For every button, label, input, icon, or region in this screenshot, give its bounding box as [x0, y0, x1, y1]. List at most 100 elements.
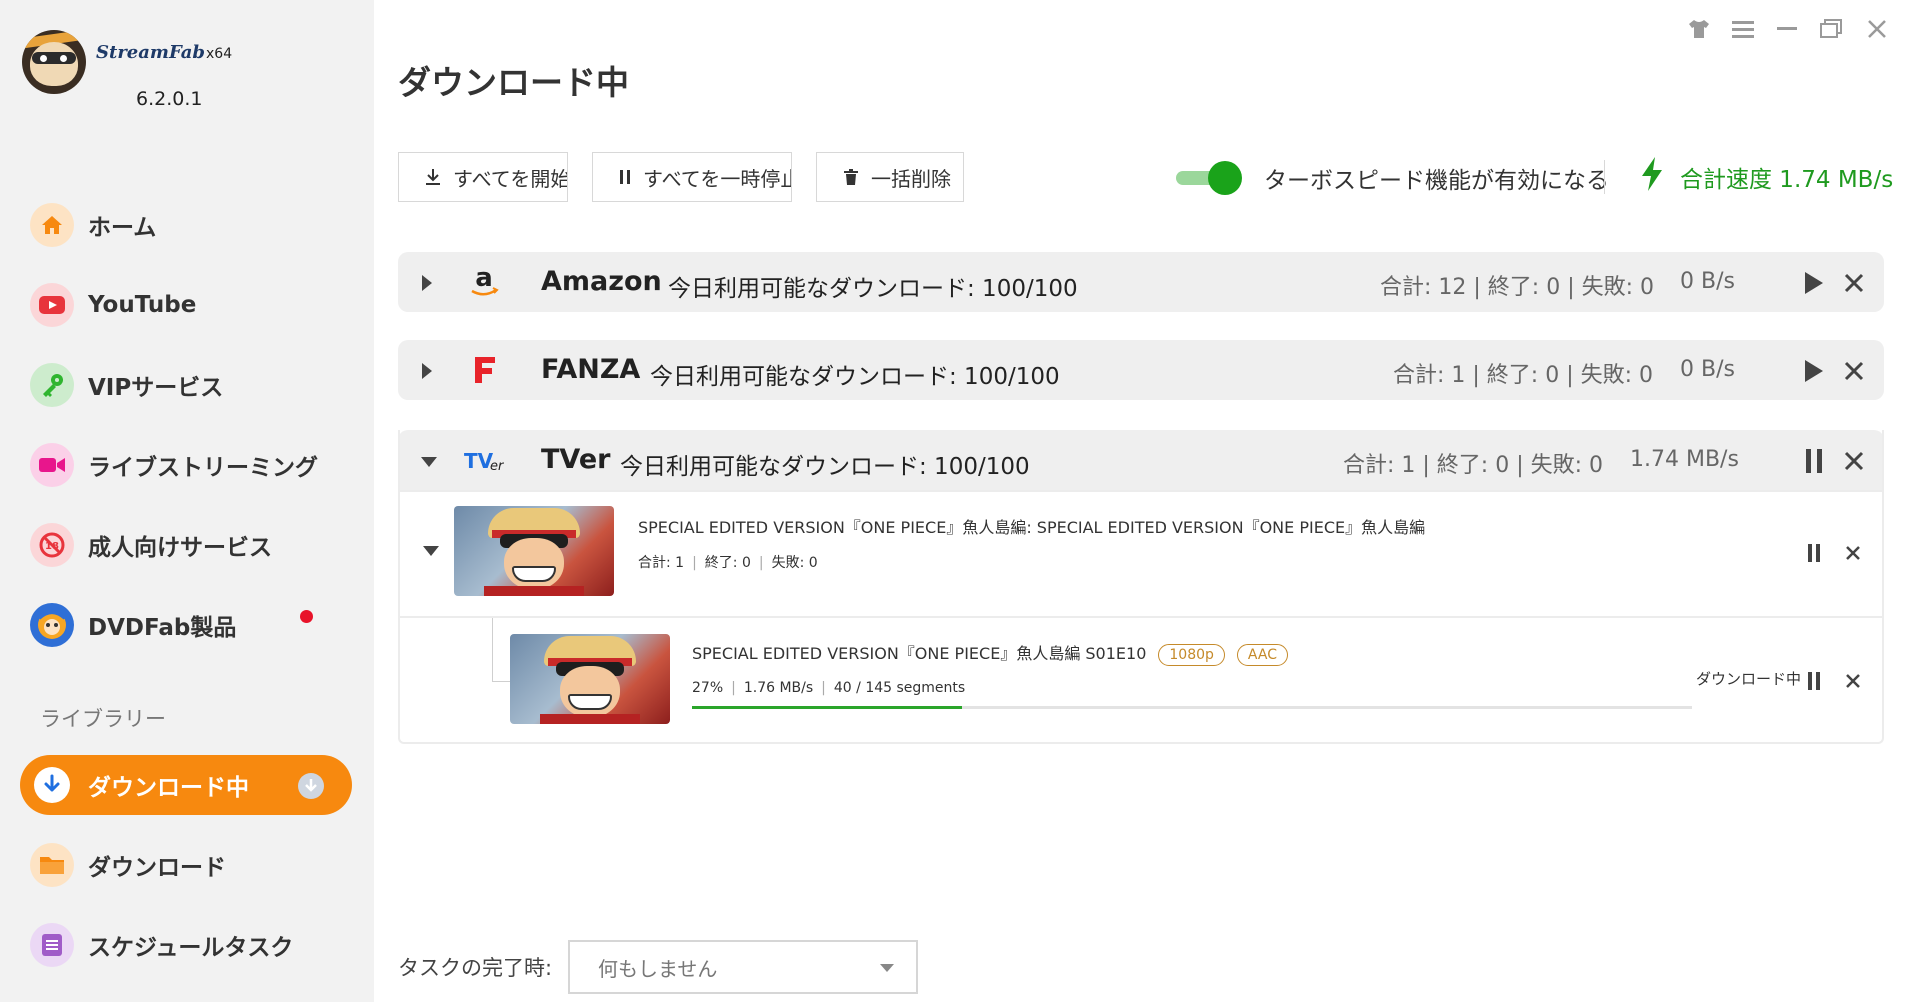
trash-icon	[843, 168, 859, 186]
group-quota: 今日利用可能なダウンロード: 100/100	[668, 276, 1078, 302]
subtask-title: SPECIAL EDITED VERSION『ONE PIECE』魚人島編 S0…	[692, 640, 1288, 666]
group-fanza: FANZA 今日利用可能なダウンロード: 100/100 合計: 1 | 終了:…	[398, 340, 1884, 400]
progress-bar	[692, 706, 1692, 709]
close-icon[interactable]	[1862, 14, 1892, 44]
turbo-speed-label: ターボスピード機能が有効になる	[1264, 168, 1609, 194]
dvdfab-logo-icon	[30, 603, 74, 647]
sidebar-item-label: DVDFab製品	[88, 615, 237, 641]
sidebar-item-downloading[interactable]: ダウンロード中	[20, 755, 352, 815]
close-icon[interactable]	[1840, 357, 1868, 385]
page-title: ダウンロード中	[398, 63, 629, 102]
start-all-button[interactable]: すべてを開始	[398, 152, 568, 202]
download-arrow-icon	[34, 767, 70, 803]
group-rate: 0 B/s	[1680, 357, 1735, 382]
close-icon[interactable]	[1840, 269, 1868, 297]
quality-tag: 1080p	[1158, 643, 1225, 666]
tree-connector	[492, 681, 512, 682]
sidebar-item-adult[interactable]: 18 成人向けサービス	[30, 518, 350, 572]
svg-text:18: 18	[45, 541, 59, 552]
sidebar-item-youtube[interactable]: YouTube	[30, 278, 350, 332]
library-title: ライブラリー	[40, 707, 166, 731]
group-name: FANZA	[541, 354, 641, 385]
total-speed: 合計速度 1.74 MB/s	[1640, 156, 1893, 198]
divider	[1604, 160, 1605, 194]
home-icon	[30, 203, 74, 247]
sidebar-item-label: 成人向けサービス	[88, 535, 272, 561]
app-version: 6.2.0.1	[136, 88, 203, 110]
subtask-status: ダウンロード中	[1696, 670, 1802, 688]
fanza-logo-icon	[464, 352, 504, 388]
sidebar-item-live[interactable]: ライブストリーミング	[30, 438, 350, 492]
audio-tag: AAC	[1236, 643, 1288, 666]
sidebar-item-schedule[interactable]: スケジュールタスク	[30, 918, 350, 972]
pause-all-button[interactable]: すべてを一時停止	[592, 152, 792, 202]
pause-icon[interactable]	[1801, 540, 1827, 566]
chevron-down-icon	[880, 964, 894, 972]
app-arch: x64	[206, 46, 233, 62]
task-meta: 合計: 1 | 終了: 0 | 失敗: 0	[638, 555, 818, 571]
close-icon[interactable]	[1840, 540, 1866, 566]
group-quota: 今日利用可能なダウンロード: 100/100	[650, 364, 1060, 390]
folder-icon	[30, 843, 74, 887]
on-complete-select[interactable]: 何もしません	[568, 940, 918, 994]
download-badge-icon	[298, 773, 324, 799]
task-row: SPECIAL EDITED VERSION『ONE PIECE』魚人島編: S…	[400, 490, 1884, 612]
app-name: StreamFab	[96, 42, 206, 63]
notification-dot	[300, 610, 313, 623]
schedule-list-icon	[30, 923, 74, 967]
collapse-caret-icon[interactable]	[418, 538, 444, 564]
tree-connector	[492, 618, 493, 682]
subtask-speed: 1.76 MB/s	[743, 680, 814, 696]
sidebar-item-label: YouTube	[88, 292, 197, 318]
group-amazon: a Amazon 今日利用可能なダウンロード: 100/100 合計: 12 |…	[398, 252, 1884, 312]
sidebar-item-label: ダウンロード中	[88, 775, 249, 801]
progress-percent: 27%	[692, 680, 724, 696]
progress-fill	[692, 706, 962, 709]
group-name: Amazon	[541, 266, 662, 297]
sidebar-item-label: ダウンロード	[88, 855, 226, 881]
sidebar: StreamFab x64 6.2.0.1 ホーム YouTube VIPサービ…	[0, 0, 374, 1002]
close-icon[interactable]	[1840, 668, 1866, 694]
brand: StreamFab x64 6.2.0.1	[22, 28, 352, 118]
adult-content-icon: 18	[30, 523, 74, 567]
on-complete-label: タスクの完了時:	[398, 956, 553, 980]
sidebar-item-dvdfab[interactable]: DVDFab製品	[30, 598, 350, 652]
group-stats: 合計: 12 | 終了: 0 | 失敗: 0	[1380, 275, 1655, 300]
turbo-speed-toggle[interactable]	[1174, 160, 1242, 195]
download-icon	[425, 168, 441, 186]
menu-icon[interactable]	[1728, 14, 1758, 44]
sidebar-item-label: スケジュールタスク	[88, 935, 294, 961]
expand-caret-icon[interactable]	[420, 362, 434, 384]
subtask-row: SPECIAL EDITED VERSION『ONE PIECE』魚人島編 S0…	[400, 616, 1884, 742]
camera-icon	[30, 443, 74, 487]
skin-shirt-icon[interactable]	[1684, 14, 1714, 44]
delete-all-button[interactable]: 一括削除	[816, 152, 964, 202]
pause-icon	[619, 169, 631, 185]
sidebar-item-label: ライブストリーミング	[88, 455, 318, 481]
key-icon	[30, 363, 74, 407]
amazon-logo-icon: a	[464, 264, 504, 300]
play-icon[interactable]	[1800, 269, 1828, 297]
tver-task-panel: SPECIAL EDITED VERSION『ONE PIECE』魚人島編: S…	[398, 430, 1884, 744]
expand-caret-icon[interactable]	[420, 274, 434, 296]
pause-icon[interactable]	[1801, 668, 1827, 694]
sidebar-item-label: ホーム	[88, 215, 157, 241]
task-title: SPECIAL EDITED VERSION『ONE PIECE』魚人島編: S…	[638, 518, 1426, 537]
sidebar-item-home[interactable]: ホーム	[30, 198, 350, 252]
lightning-icon	[1640, 156, 1664, 198]
sidebar-item-downloaded[interactable]: ダウンロード	[30, 838, 350, 892]
subtask-segments: 40 / 145 segments	[833, 680, 966, 696]
subtask-meta: 27% | 1.76 MB/s | 40 / 145 segments	[692, 680, 966, 696]
group-rate: 0 B/s	[1680, 269, 1735, 294]
video-thumbnail	[454, 506, 614, 596]
play-icon[interactable]	[1800, 357, 1828, 385]
video-thumbnail	[510, 634, 670, 724]
svg-text:a: a	[475, 265, 493, 293]
maximize-icon[interactable]	[1816, 14, 1846, 44]
sidebar-item-vip[interactable]: VIPサービス	[30, 358, 350, 412]
sidebar-item-label: VIPサービス	[88, 375, 224, 401]
group-stats: 合計: 1 | 終了: 0 | 失敗: 0	[1393, 363, 1654, 388]
minimize-icon[interactable]	[1772, 14, 1802, 44]
youtube-icon	[30, 283, 74, 327]
streamfab-logo-icon	[22, 30, 86, 94]
